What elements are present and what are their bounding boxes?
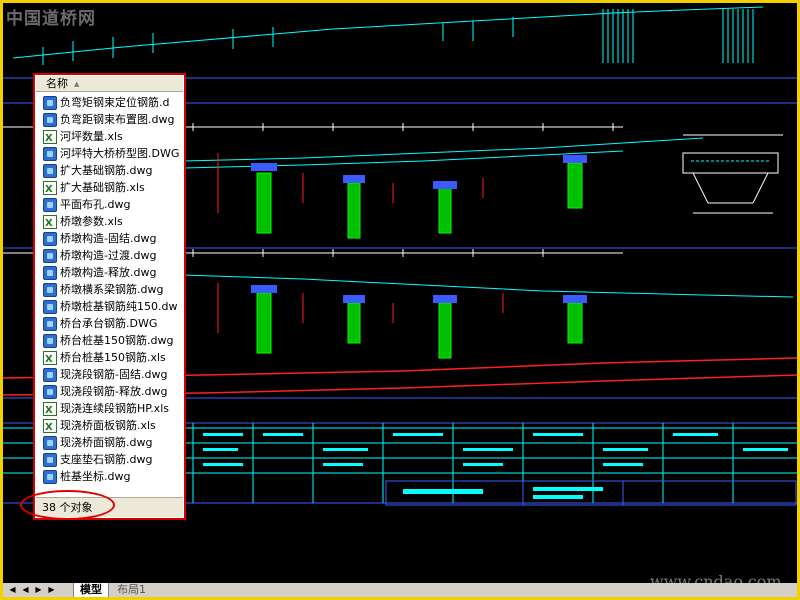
- file-item[interactable]: 桥墩构造-释放.dwg: [43, 264, 184, 281]
- next-tab-icon[interactable]: ▶: [33, 584, 44, 596]
- file-item[interactable]: 河坪数量.xls: [43, 128, 184, 147]
- file-item[interactable]: 现浇桥面钢筋.dwg: [43, 434, 184, 451]
- xls-file-icon: [43, 350, 57, 368]
- dwg-file-icon: [43, 197, 57, 212]
- file-item[interactable]: 负弯距钢束布置图.dwg: [43, 111, 184, 128]
- dwg-file-icon: [43, 95, 57, 110]
- file-name: 桩基坐标.dwg: [60, 470, 131, 483]
- tab-layout1[interactable]: 布局1: [111, 583, 152, 597]
- file-name: 河坪数量.xls: [60, 130, 123, 143]
- file-name: 现浇桥面钢筋.dwg: [60, 436, 153, 449]
- dwg-file-icon: [43, 435, 57, 450]
- file-item[interactable]: 支座垫石钢筋.dwg: [43, 451, 184, 468]
- file-name: 扩大基础钢筋.dwg: [60, 164, 153, 177]
- dwg-file-icon: [43, 265, 57, 280]
- file-name: 桥台承台钢筋.DWG: [60, 317, 158, 330]
- dwg-file-icon: [43, 469, 57, 484]
- file-name: 河坪特大桥桥型图.DWG: [60, 147, 180, 160]
- file-item[interactable]: 桥台承台钢筋.DWG: [43, 315, 184, 332]
- file-name: 扩大基础钢筋.xls: [60, 181, 145, 194]
- site-watermark-top: 中国道桥网: [6, 9, 96, 29]
- file-name: 现浇段钢筋-固结.dwg: [60, 368, 168, 381]
- cross-section-detail: [682, 134, 783, 214]
- xls-file-icon: [43, 418, 57, 436]
- file-list-panel[interactable]: 名称 ▲ 负弯矩钢束定位钢筋.d 负弯距钢束布置图.dwg 河坪数量.xls 河坪…: [33, 73, 186, 520]
- dwg-file-icon: [43, 316, 57, 331]
- file-name: 桥台桩基150钢筋.xls: [60, 351, 166, 364]
- sort-ascending-icon: ▲: [74, 80, 80, 88]
- xls-file-icon: [43, 214, 57, 232]
- file-name: 桥墩桩基钢筋纯150.dw: [60, 300, 178, 313]
- dwg-file-icon: [43, 333, 57, 348]
- file-item[interactable]: 现浇连续段钢筋HP.xls: [43, 400, 184, 419]
- file-name: 支座垫石钢筋.dwg: [60, 453, 153, 466]
- file-list[interactable]: 负弯矩钢束定位钢筋.d 负弯距钢束布置图.dwg 河坪数量.xls 河坪特大桥桥…: [43, 94, 184, 486]
- status-highlight-ellipse: [20, 490, 115, 520]
- file-name: 负弯距钢束布置图.dwg: [60, 113, 175, 126]
- pier-caps: [251, 155, 587, 303]
- file-item[interactable]: 河坪特大桥桥型图.DWG: [43, 145, 184, 162]
- tab-model[interactable]: 模型: [73, 583, 109, 597]
- file-item[interactable]: 平面布孔.dwg: [43, 196, 184, 213]
- name-column-label: 名称: [46, 77, 68, 90]
- file-name: 平面布孔.dwg: [60, 198, 131, 211]
- upper-pier-row: [256, 162, 583, 239]
- deck-profile-lines: [182, 137, 794, 298]
- layout-tab-bar: ◀ ◀ ▶ ▶ 模型 布局1: [3, 583, 797, 597]
- file-item[interactable]: 桥墩构造-固结.dwg: [43, 230, 184, 247]
- file-item[interactable]: 现浇段钢筋-释放.dwg: [43, 383, 184, 400]
- title-block-text-bars: [403, 487, 603, 499]
- file-item[interactable]: 桥墩参数.xls: [43, 213, 184, 232]
- file-item[interactable]: 扩大基础钢筋.xls: [43, 179, 184, 198]
- file-item[interactable]: 负弯矩钢束定位钢筋.d: [43, 94, 184, 111]
- first-tab-icon[interactable]: ◀: [7, 584, 18, 596]
- file-name: 现浇连续段钢筋HP.xls: [60, 402, 169, 415]
- file-name: 桥墩构造-固结.dwg: [60, 232, 157, 245]
- top-right-pier-cluster: [602, 9, 754, 63]
- file-item[interactable]: 桥墩构造-过渡.dwg: [43, 247, 184, 264]
- file-name: 桥墩横系梁钢筋.dwg: [60, 283, 164, 296]
- dwg-file-icon: [43, 282, 57, 297]
- previous-tab-icon[interactable]: ◀: [20, 584, 31, 596]
- file-name: 桥墩参数.xls: [60, 215, 123, 228]
- dwg-file-icon: [43, 146, 57, 161]
- dwg-file-icon: [43, 384, 57, 399]
- lower-pier-row: [256, 292, 583, 359]
- dwg-file-icon: [43, 231, 57, 246]
- file-name: 桥台桩基150钢筋.dwg: [60, 334, 174, 347]
- file-item[interactable]: 桥墩桩基钢筋纯150.dw: [43, 298, 184, 315]
- name-column-header[interactable]: 名称 ▲: [36, 76, 183, 92]
- dwg-file-icon: [43, 163, 57, 178]
- dwg-file-icon: [43, 112, 57, 127]
- file-name: 桥墩构造-释放.dwg: [60, 266, 157, 279]
- dwg-file-icon: [43, 299, 57, 314]
- file-name: 现浇桥面板钢筋.xls: [60, 419, 156, 432]
- file-item[interactable]: 现浇段钢筋-固结.dwg: [43, 366, 184, 383]
- file-item[interactable]: 桥台桩基150钢筋.xls: [43, 349, 184, 368]
- file-item[interactable]: 现浇桥面板钢筋.xls: [43, 417, 184, 436]
- dwg-file-icon: [43, 367, 57, 382]
- last-tab-icon[interactable]: ▶: [46, 584, 57, 596]
- file-item[interactable]: 扩大基础钢筋.dwg: [43, 162, 184, 179]
- table-text-bars: [203, 433, 788, 466]
- file-name: 负弯矩钢束定位钢筋.d: [60, 96, 170, 109]
- xls-file-icon: [43, 129, 57, 147]
- file-item[interactable]: 桥墩横系梁钢筋.dwg: [43, 281, 184, 298]
- dwg-file-icon: [43, 248, 57, 263]
- file-item[interactable]: 桥台桩基150钢筋.dwg: [43, 332, 184, 349]
- file-name: 现浇段钢筋-释放.dwg: [60, 385, 168, 398]
- dwg-file-icon: [43, 452, 57, 467]
- file-item[interactable]: 桩基坐标.dwg: [43, 468, 184, 485]
- xls-file-icon: [43, 180, 57, 198]
- xls-file-icon: [43, 401, 57, 419]
- top-elevation-profile: [12, 6, 764, 65]
- file-name: 桥墩构造-过渡.dwg: [60, 249, 157, 262]
